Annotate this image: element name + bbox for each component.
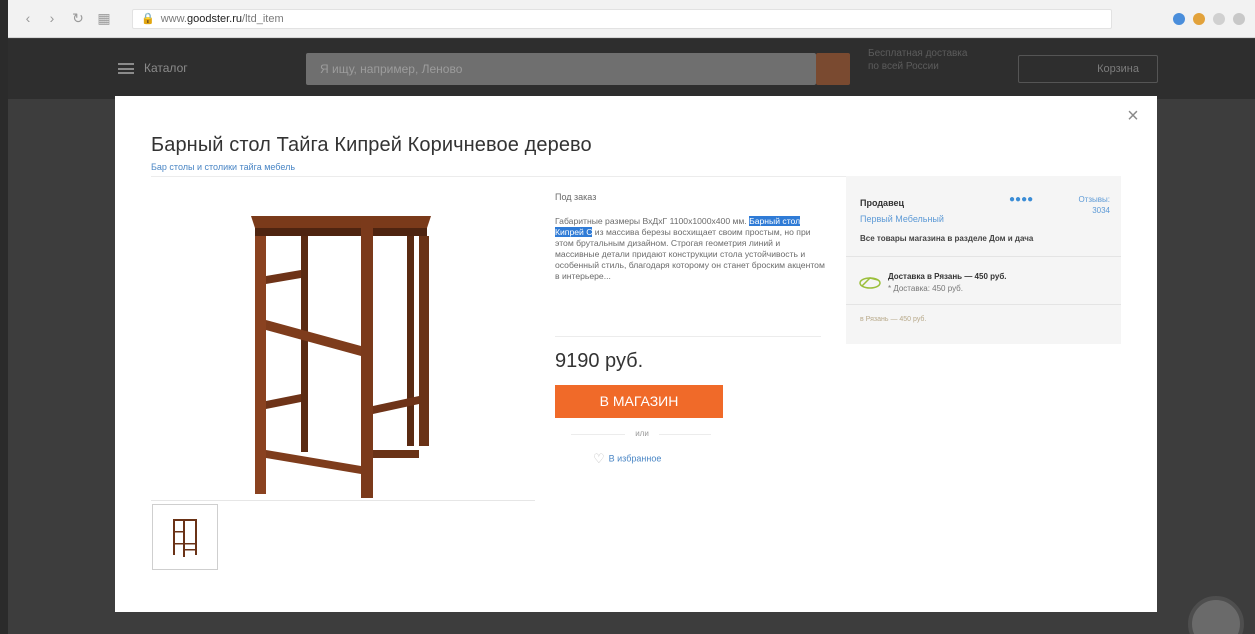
catalog-label: Каталог: [144, 61, 188, 75]
site-header: Каталог Я ищу, например, Леново Бесплатн…: [8, 39, 1255, 99]
reviews-link[interactable]: Отзывы: 3034: [1066, 194, 1110, 216]
apps-grid-icon[interactable]: ▦: [96, 10, 112, 26]
delivery-title: Доставка в Рязань — 450 руб.: [888, 272, 1007, 281]
window-edge: [0, 0, 8, 634]
delivery-subtitle: * Доставка: 450 руб.: [888, 284, 963, 293]
extension-icon[interactable]: [1193, 13, 1205, 25]
product-description: Габаритные размеры ВхДхГ 1100х1000х400 м…: [555, 216, 825, 316]
description-text: Габаритные размеры ВхДхГ 1100х1000х400 м…: [555, 216, 747, 226]
heart-icon: ♡: [593, 451, 605, 466]
product-info: Под заказ Габаритные размеры ВхДхГ 1100х…: [555, 192, 825, 337]
url-path: /ltd_item: [242, 13, 284, 25]
extension-icons: [1173, 10, 1245, 28]
extension-icon[interactable]: [1213, 13, 1225, 25]
catalog-button[interactable]: Каталог: [118, 61, 188, 75]
favorites-label: В избранное: [608, 453, 662, 464]
category-link[interactable]: Бар столы и столики тайга мебель: [151, 162, 295, 172]
back-icon[interactable]: ‹: [20, 10, 36, 26]
address-bar[interactable]: 🔒 www.goodster.ru/ltd_item: [132, 9, 1112, 29]
url-domain: goodster.ru: [186, 13, 243, 25]
bar-table-image: [251, 216, 431, 500]
reload-icon[interactable]: ↻: [70, 10, 86, 26]
go-to-shop-button[interactable]: В МАГАЗИН: [555, 385, 723, 418]
burger-icon: [118, 63, 134, 75]
add-to-favorites-link[interactable]: ♡ В избранное: [593, 451, 661, 467]
lock-icon: 🔒: [141, 13, 155, 25]
header-info-line: Бесплатная доставка: [868, 48, 968, 59]
divider: [555, 336, 821, 337]
availability-status: Под заказ: [555, 192, 597, 202]
menu-icon[interactable]: [1233, 13, 1245, 25]
divider: [151, 500, 535, 501]
header-info-line: по всей России: [868, 61, 939, 72]
search-button[interactable]: [816, 53, 850, 85]
divider: [846, 304, 1121, 305]
seller-name-link[interactable]: Первый Мебельный: [860, 214, 944, 224]
forward-icon[interactable]: ›: [44, 10, 60, 26]
url-prefix: www.: [160, 13, 187, 25]
extension-icon[interactable]: [1173, 13, 1185, 25]
cart-button[interactable]: Корзина: [1018, 55, 1158, 83]
product-modal: × Барный стол Тайга Кипрей Коричневое де…: [115, 96, 1157, 612]
seller-heading: Продавец: [860, 198, 905, 208]
description-text: из массива березы восхищает своим просты…: [555, 227, 825, 281]
browser-toolbar: ‹ › ↻ ▦ 🔒 www.goodster.ru/ltd_item: [0, 0, 1255, 38]
thumbnail-table-icon: [173, 519, 197, 557]
divider: [846, 256, 1121, 257]
seller-rating: ●●●●: [1009, 194, 1034, 205]
product-photo[interactable]: [151, 186, 535, 500]
product-price: 9190 руб.: [555, 350, 644, 372]
seller-panel: Продавец ●●●● Отзывы: 3034 Первый Мебель…: [846, 176, 1121, 344]
delivery-icon: [859, 277, 881, 289]
product-title: Барный стол Тайга Кипрей Коричневое дере…: [151, 134, 592, 156]
close-icon[interactable]: ×: [1123, 106, 1143, 126]
or-separator: или: [625, 429, 659, 438]
site-search-input[interactable]: Я ищу, например, Леново: [306, 53, 816, 85]
seller-note: Все товары магазина в разделе Дом и дача: [860, 234, 1034, 243]
product-thumbnail[interactable]: [152, 504, 218, 570]
header-info: Бесплатная доставка по всей России: [868, 47, 998, 73]
delivery-link[interactable]: в Рязань — 450 руб.: [860, 316, 926, 323]
